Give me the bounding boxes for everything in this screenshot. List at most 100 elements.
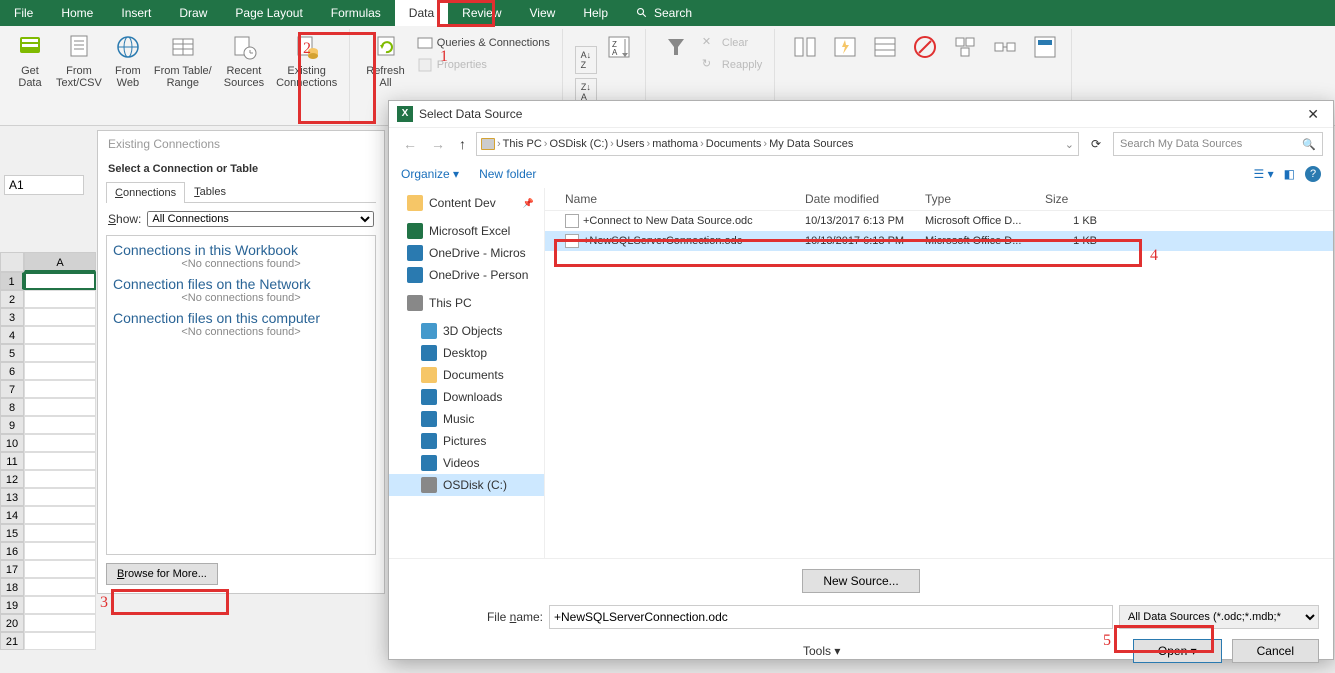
view-options[interactable]: ☰ ▾ bbox=[1254, 167, 1274, 181]
clear-filter-button[interactable]: ✕Clear bbox=[698, 33, 766, 53]
row-header-3[interactable]: 3 bbox=[0, 308, 24, 326]
cell-a2[interactable] bbox=[24, 290, 96, 308]
tree-item-content-dev[interactable]: Content Dev📌 bbox=[389, 192, 544, 214]
tab-data[interactable]: Data bbox=[395, 0, 448, 26]
cell-a1[interactable] bbox=[24, 272, 96, 290]
refresh-button[interactable]: ⟳ bbox=[1085, 137, 1107, 151]
tab-formulas[interactable]: Formulas bbox=[317, 0, 395, 26]
search-box[interactable]: Search My Data Sources 🔍 bbox=[1113, 132, 1323, 156]
row-header-13[interactable]: 13 bbox=[0, 488, 24, 506]
cell-a6[interactable] bbox=[24, 362, 96, 380]
row-header-14[interactable]: 14 bbox=[0, 506, 24, 524]
properties-button[interactable]: Properties bbox=[413, 55, 554, 75]
tree-item-onedrive-micros[interactable]: OneDrive - Micros bbox=[389, 242, 544, 264]
tree-item-pictures[interactable]: Pictures bbox=[389, 430, 544, 452]
new-source-button[interactable]: New Source... bbox=[802, 569, 919, 593]
row-header-16[interactable]: 16 bbox=[0, 542, 24, 560]
tree-item-osdisk-c-[interactable]: OSDisk (C:) bbox=[389, 474, 544, 496]
tab-insert[interactable]: Insert bbox=[107, 0, 165, 26]
tree-item-onedrive-person[interactable]: OneDrive - Person bbox=[389, 264, 544, 286]
help-button[interactable]: ? bbox=[1305, 166, 1321, 182]
row-header-19[interactable]: 19 bbox=[0, 596, 24, 614]
cell-a7[interactable] bbox=[24, 380, 96, 398]
organize-menu[interactable]: Organize ▾ bbox=[401, 167, 459, 181]
tell-me-search[interactable]: Search bbox=[622, 0, 706, 26]
cell-a4[interactable] bbox=[24, 326, 96, 344]
tab-view[interactable]: View bbox=[516, 0, 570, 26]
cell-a11[interactable] bbox=[24, 452, 96, 470]
address-bar[interactable]: › This PC› OSDisk (C:)› Users› mathoma› … bbox=[476, 132, 1079, 156]
row-header-11[interactable]: 11 bbox=[0, 452, 24, 470]
cell-a13[interactable] bbox=[24, 488, 96, 506]
tree-item-documents[interactable]: Documents bbox=[389, 364, 544, 386]
row-header-17[interactable]: 17 bbox=[0, 560, 24, 578]
cell-a19[interactable] bbox=[24, 596, 96, 614]
cell-a21[interactable] bbox=[24, 632, 96, 650]
file-type-filter[interactable]: All Data Sources (*.odc;*.mdb;* bbox=[1119, 605, 1319, 629]
cell-a8[interactable] bbox=[24, 398, 96, 416]
file-list-header[interactable]: Name Date modified Type Size bbox=[545, 188, 1333, 211]
close-button[interactable]: ✕ bbox=[1301, 106, 1325, 123]
cell-a9[interactable] bbox=[24, 416, 96, 434]
show-dropdown[interactable]: All Connections bbox=[147, 211, 374, 227]
filename-input[interactable] bbox=[549, 605, 1113, 629]
tree-item-3d-objects[interactable]: 3D Objects bbox=[389, 320, 544, 342]
tools-menu[interactable]: Tools ▾ bbox=[403, 644, 840, 658]
tab-draw[interactable]: Draw bbox=[165, 0, 221, 26]
row-header-7[interactable]: 7 bbox=[0, 380, 24, 398]
preview-pane-toggle[interactable]: ◧ bbox=[1284, 167, 1295, 181]
tab-file[interactable]: File bbox=[0, 0, 47, 26]
tree-item-downloads[interactable]: Downloads bbox=[389, 386, 544, 408]
row-header-9[interactable]: 9 bbox=[0, 416, 24, 434]
cell-a12[interactable] bbox=[24, 470, 96, 488]
row-header-8[interactable]: 8 bbox=[0, 398, 24, 416]
tree-item-desktop[interactable]: Desktop bbox=[389, 342, 544, 364]
cell-a20[interactable] bbox=[24, 614, 96, 632]
tab-help[interactable]: Help bbox=[569, 0, 622, 26]
row-header-2[interactable]: 2 bbox=[0, 290, 24, 308]
browse-for-more-button[interactable]: Browse for More... bbox=[106, 563, 218, 585]
row-header-12[interactable]: 12 bbox=[0, 470, 24, 488]
row-header-10[interactable]: 10 bbox=[0, 434, 24, 452]
folder-tree[interactable]: Content Dev📌 Microsoft ExcelOneDrive - Mi… bbox=[389, 188, 545, 558]
nav-up[interactable]: ↑ bbox=[455, 136, 470, 152]
tab-pagelayout[interactable]: Page Layout bbox=[221, 0, 316, 26]
file-row[interactable]: +Connect to New Data Source.odc10/13/201… bbox=[545, 211, 1333, 231]
tree-item-microsoft-excel[interactable]: Microsoft Excel bbox=[389, 220, 544, 242]
row-header-21[interactable]: 21 bbox=[0, 632, 24, 650]
row-header-15[interactable]: 15 bbox=[0, 524, 24, 542]
row-header-18[interactable]: 18 bbox=[0, 578, 24, 596]
col-header-a[interactable]: A bbox=[24, 252, 96, 272]
cell-a18[interactable] bbox=[24, 578, 96, 596]
tables-tab[interactable]: Tables bbox=[185, 181, 235, 202]
connections-tab[interactable]: CConnectionsonnections bbox=[106, 182, 185, 203]
get-data-button[interactable]: Get Data bbox=[10, 29, 50, 122]
from-web-button[interactable]: From Web bbox=[108, 29, 148, 122]
cell-a3[interactable] bbox=[24, 308, 96, 326]
queries-connections-button[interactable]: Queries & Connections bbox=[413, 33, 554, 53]
tree-item-this-pc[interactable]: This PC bbox=[389, 292, 544, 314]
cancel-button[interactable]: Cancel bbox=[1232, 639, 1319, 663]
tree-item-music[interactable]: Music bbox=[389, 408, 544, 430]
open-button[interactable]: Open ▾ bbox=[1133, 639, 1222, 663]
cell-a17[interactable] bbox=[24, 560, 96, 578]
new-folder-button[interactable]: New folder bbox=[479, 167, 536, 181]
reapply-filter-button[interactable]: ↻Reapply bbox=[698, 55, 766, 75]
sort-az-button[interactable]: A↓Z bbox=[575, 46, 597, 74]
cell-a16[interactable] bbox=[24, 542, 96, 560]
select-all-corner[interactable] bbox=[0, 252, 24, 272]
cell-a5[interactable] bbox=[24, 344, 96, 362]
file-row[interactable]: +NewSQLServerConnection.odc10/13/2017 6:… bbox=[545, 231, 1333, 251]
tab-review[interactable]: Review bbox=[448, 0, 515, 26]
recent-sources-button[interactable]: Recent Sources bbox=[218, 29, 270, 122]
cell-a15[interactable] bbox=[24, 524, 96, 542]
cell-a14[interactable] bbox=[24, 506, 96, 524]
nav-back[interactable]: ← bbox=[399, 136, 421, 152]
row-header-6[interactable]: 6 bbox=[0, 362, 24, 380]
from-table-button[interactable]: From Table/ Range bbox=[148, 29, 218, 122]
tab-home[interactable]: Home bbox=[47, 0, 107, 26]
cell-a10[interactable] bbox=[24, 434, 96, 452]
row-header-20[interactable]: 20 bbox=[0, 614, 24, 632]
from-textcsv-button[interactable]: From Text/CSV bbox=[50, 29, 108, 122]
tree-item-videos[interactable]: Videos bbox=[389, 452, 544, 474]
